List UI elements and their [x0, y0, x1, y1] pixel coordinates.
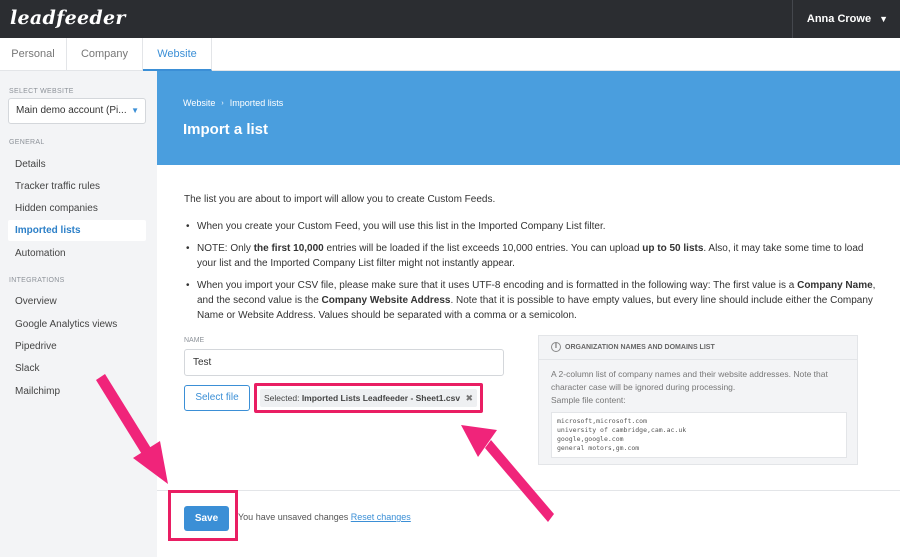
- sample-file-content: microsoft,microsoft.com university of ca…: [551, 412, 847, 458]
- info-box: i ORGANIZATION NAMES AND DOMAINS LIST A 2…: [538, 335, 858, 465]
- note-bold: up to 50 lists: [642, 243, 704, 254]
- general-section-label: GENERAL: [9, 139, 45, 146]
- save-button[interactable]: Save: [184, 506, 229, 531]
- tab-website[interactable]: Website: [143, 38, 212, 71]
- selected-file-highlight: Selected: Imported Lists Leadfeeder - Sh…: [254, 383, 483, 413]
- selected-file-chip: Selected: Imported Lists Leadfeeder - Sh…: [260, 389, 477, 407]
- notes-list: When you create your Custom Feed, you wi…: [184, 219, 884, 323]
- tab-company[interactable]: Company: [67, 38, 143, 71]
- note-text: NOTE: Only: [197, 243, 254, 254]
- sidebar-item-details[interactable]: Details: [8, 154, 146, 175]
- info-icon: i: [551, 342, 561, 353]
- sidebar-item-pipedrive[interactable]: Pipedrive: [8, 336, 146, 357]
- list-item: NOTE: Only the first 10,000 entries will…: [184, 241, 884, 271]
- select-website-label: SELECT WEBSITE: [9, 88, 74, 95]
- sidebar-item-imported-lists[interactable]: Imported lists: [8, 220, 146, 241]
- list-item: When you import your CSV file, please ma…: [184, 278, 884, 323]
- chevron-down-icon: ▼: [879, 14, 888, 24]
- intro-text: The list you are about to import will al…: [184, 194, 496, 205]
- sidebar-item-tracker-traffic-rules[interactable]: Tracker traffic rules: [8, 176, 146, 197]
- sidebar-item-mailchimp[interactable]: Mailchimp: [8, 381, 146, 402]
- selected-file-name: Imported Lists Leadfeeder - Sheet1.csv: [301, 393, 461, 403]
- import-instructions: The list you are about to import will al…: [184, 192, 884, 330]
- note-text: When you create your Custom Feed, you wi…: [197, 221, 606, 232]
- name-label: NAME: [184, 337, 205, 344]
- note-text: When you import your CSV file, please ma…: [197, 280, 798, 291]
- sidebar-item-overview[interactable]: Overview: [8, 291, 146, 312]
- note-bold: Company Website Address: [321, 295, 451, 306]
- list-name-input[interactable]: Test: [184, 349, 504, 376]
- selected-prefix: Selected:: [264, 393, 302, 403]
- page-title: Import a list: [183, 121, 269, 138]
- select-file-button[interactable]: Select file: [184, 385, 250, 411]
- caret-down-icon: ▼: [131, 106, 139, 115]
- unsaved-text: You have unsaved changes: [238, 512, 351, 522]
- website-select[interactable]: Main demo account (Pi... ▼: [8, 98, 146, 124]
- leadfeeder-logo[interactable]: leadfeeder: [10, 7, 126, 29]
- info-box-text: A 2-column list of company names and the…: [551, 368, 851, 407]
- note-text: entries will be loaded if the list excee…: [323, 243, 643, 254]
- info-description: A 2-column list of company names and the…: [551, 369, 828, 392]
- breadcrumb-website[interactable]: Website: [183, 98, 215, 108]
- list-item: When you create your Custom Feed, you wi…: [184, 219, 884, 234]
- sidebar-item-slack[interactable]: Slack: [8, 358, 146, 379]
- info-box-header: i ORGANIZATION NAMES AND DOMAINS LIST: [539, 336, 857, 360]
- sample-label: Sample file content:: [551, 395, 626, 405]
- reset-changes-link[interactable]: Reset changes: [351, 512, 411, 522]
- chevron-right-icon: ›: [221, 99, 224, 107]
- note-bold: Company Name: [797, 280, 873, 291]
- unsaved-changes: You have unsaved changes Reset changes: [238, 512, 411, 522]
- breadcrumb: Website › Imported lists: [183, 98, 283, 108]
- footer-divider: [157, 490, 900, 491]
- sidebar-item-google-analytics-views[interactable]: Google Analytics views: [8, 314, 146, 335]
- user-name: Anna Crowe: [806, 13, 872, 25]
- sidebar-item-hidden-companies[interactable]: Hidden companies: [8, 198, 146, 219]
- sidebar-item-automation[interactable]: Automation: [8, 243, 146, 264]
- integrations-section-label: INTEGRATIONS: [9, 277, 65, 284]
- note-bold: the first 10,000: [253, 243, 324, 254]
- settings-tabs: Personal Company Website: [0, 38, 900, 71]
- user-menu[interactable]: Anna Crowe ▼: [791, 0, 888, 38]
- save-highlight: Save: [168, 490, 238, 541]
- breadcrumb-imported-lists[interactable]: Imported lists: [230, 98, 284, 108]
- website-select-value: Main demo account (Pi...: [16, 105, 127, 116]
- top-bar: leadfeeder Anna Crowe ▼: [0, 0, 900, 38]
- remove-file-icon[interactable]: ✖: [465, 389, 473, 407]
- info-box-title: ORGANIZATION NAMES AND DOMAINS LIST: [565, 344, 715, 351]
- tab-personal[interactable]: Personal: [0, 38, 67, 71]
- page-header: Website › Imported lists Import a list: [157, 71, 900, 165]
